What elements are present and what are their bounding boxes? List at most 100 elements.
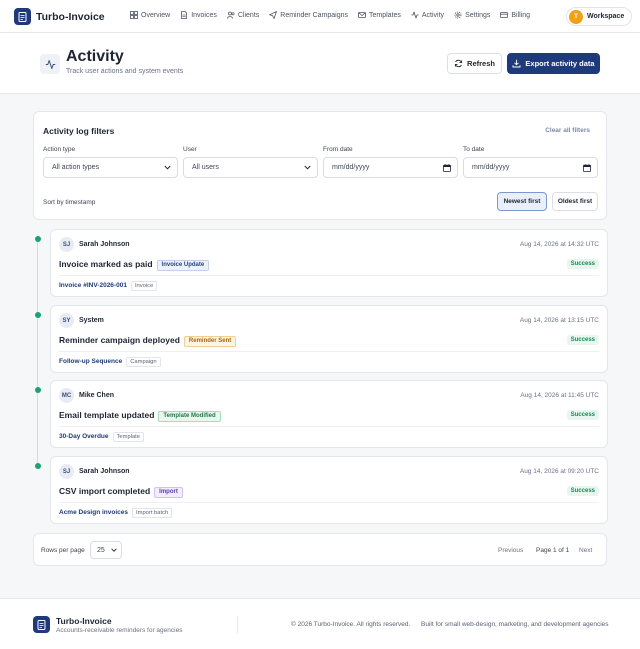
pagination-bar: Rows per page 25 Previous Page 1 of 1 Ne… [33,533,607,566]
divider [59,426,599,427]
nav-item-activity[interactable]: Activity [411,11,444,19]
export-activity-button[interactable]: Export activity data [507,53,600,74]
action-type-select[interactable]: All action types [43,157,178,178]
filters-title: Activity log filters [43,126,115,136]
status-badge: Success [566,486,599,496]
brand-name: Turbo-Invoice [36,10,105,23]
brand[interactable]: Turbo-Invoice [14,8,105,25]
event-title: Reminder campaign deployed Reminder Sent [59,335,237,347]
nav-item-label: Billing [511,11,531,19]
logo-icon [33,616,50,633]
divider [59,502,599,503]
event-timestamp: Aug 14, 2026 at 09:20 UTC [519,468,599,475]
event-target-link[interactable]: 30-Day Overdue [59,433,109,440]
event-target: 30-Day Overdue Template [59,432,145,442]
event-timestamp: Aug 14, 2026 at 11:45 UTC [520,392,599,399]
event-target-type: Invoice [130,281,158,291]
activity-event[interactable]: SY System Aug 14, 2026 at 13:15 UTC Remi… [50,305,608,373]
users-icon [226,11,235,19]
event-type-badge: Import [154,486,183,498]
action-type-label: Action type [43,146,76,153]
send-icon [269,11,278,19]
event-target: Invoice #INV-2026-001 Invoice [59,281,158,291]
rows-per-page-select[interactable]: 25 [90,541,122,559]
status-badge: Success [566,259,599,269]
nav-item-label: Clients [237,11,260,19]
workspace-switcher[interactable]: T Workspace [566,7,633,26]
footer-brand-name: Turbo-Invoice [56,616,112,626]
event-title: Email template updated Template Modified [59,410,221,422]
activity-event[interactable]: SJ Sarah Johnson Aug 14, 2026 at 09:20 U… [50,456,608,524]
export-label: Export activity data [525,59,595,68]
timeline-dot [34,387,41,393]
clear-filters-link[interactable]: Clear all filters [545,127,590,134]
to-date-label: To date [463,146,485,153]
previous-page-button[interactable]: Previous [498,547,523,554]
footer-divider [237,616,238,633]
download-icon [512,59,521,68]
event-target-link[interactable]: Invoice #INV-2026-001 [59,282,127,289]
sort-newest-button[interactable]: Newest first [497,192,547,211]
nav-item-invoices[interactable]: Invoices [180,11,217,19]
nav-item-label: Templates [368,11,401,19]
event-timestamp: Aug 14, 2026 at 13:15 UTC [519,317,599,324]
refresh-label: Refresh [467,59,495,68]
activity-filters-card: Activity log filters Clear all filters A… [33,111,607,220]
event-target-type: Template [112,432,145,442]
event-target-link[interactable]: Follow-up Sequence [59,358,122,365]
file-icon [181,11,188,19]
calendar-icon[interactable] [583,163,591,172]
event-title-text: Invoice marked as paid [59,259,153,269]
activity-event[interactable]: MC Mike Chen Aug 14, 2026 at 11:45 UTC E… [50,380,608,448]
divider [59,275,599,276]
nav-item-label: Invoices [191,11,217,19]
timeline-dot [34,463,41,469]
to-date-input[interactable]: mm/dd/yyyy [463,157,598,178]
event-type-badge: Invoice Update [156,259,210,271]
footer-tagline: Accounts-receivable reminders for agenci… [56,627,183,634]
event-title-text: Email template updated [59,410,155,420]
status-badge: Success [566,410,599,420]
nav-item-billing[interactable]: Billing [500,11,530,19]
event-target-link[interactable]: Acme Design invoices [59,509,128,516]
activity-icon [40,54,60,74]
activity-icon [411,11,419,19]
event-user: Sarah Johnson [79,468,130,475]
event-title: CSV import completed Import [59,486,183,498]
calendar-icon[interactable] [443,163,451,172]
nav-item-overview[interactable]: Overview [130,11,170,19]
event-title: Invoice marked as paid Invoice Update [59,259,210,271]
avatar: MC [59,388,74,403]
event-type-badge: Template Modified [158,410,221,422]
to-date-placeholder: mm/dd/yyyy [472,164,510,171]
next-page-button[interactable]: Next [579,547,592,554]
grid-icon [130,11,138,19]
nav-item-clients[interactable]: Clients [226,11,260,19]
nav-links: Overview Invoices Clients Reminder Campa… [130,11,530,19]
activity-event[interactable]: SJ Sarah Johnson Aug 14, 2026 at 14:32 U… [50,229,608,297]
user-label: User [183,146,197,153]
avatar: SJ [59,237,74,252]
timeline-dot [34,236,41,242]
timeline-line [37,238,38,466]
nav-item-reminder-campaigns[interactable]: Reminder Campaigns [269,11,348,19]
page-header: Activity Track user actions and system e… [0,33,640,94]
footer-copyright: © 2026 Turbo-Invoice. All rights reserve… [291,621,411,628]
nav-item-label: Settings [465,11,491,19]
nav-item-settings[interactable]: Settings [454,11,490,19]
rows-per-page-label: Rows per page [41,547,85,554]
event-title-text: Reminder campaign deployed [59,335,180,345]
chevron-down-icon [164,165,171,170]
refresh-button[interactable]: Refresh [447,53,502,74]
user-select[interactable]: All users [183,157,318,178]
sort-oldest-button[interactable]: Oldest first [552,192,598,211]
event-type-badge: Reminder Sent [183,335,237,347]
nav-item-templates[interactable]: Templates [358,11,401,19]
refresh-icon [454,59,463,68]
event-title-text: CSV import completed [59,486,151,496]
workspace-avatar: T [569,9,583,24]
chevron-down-icon [111,548,117,552]
from-date-input[interactable]: mm/dd/yyyy [323,157,458,178]
page-subtitle: Track user actions and system events [66,68,184,75]
event-timestamp: Aug 14, 2026 at 14:32 UTC [519,241,599,248]
